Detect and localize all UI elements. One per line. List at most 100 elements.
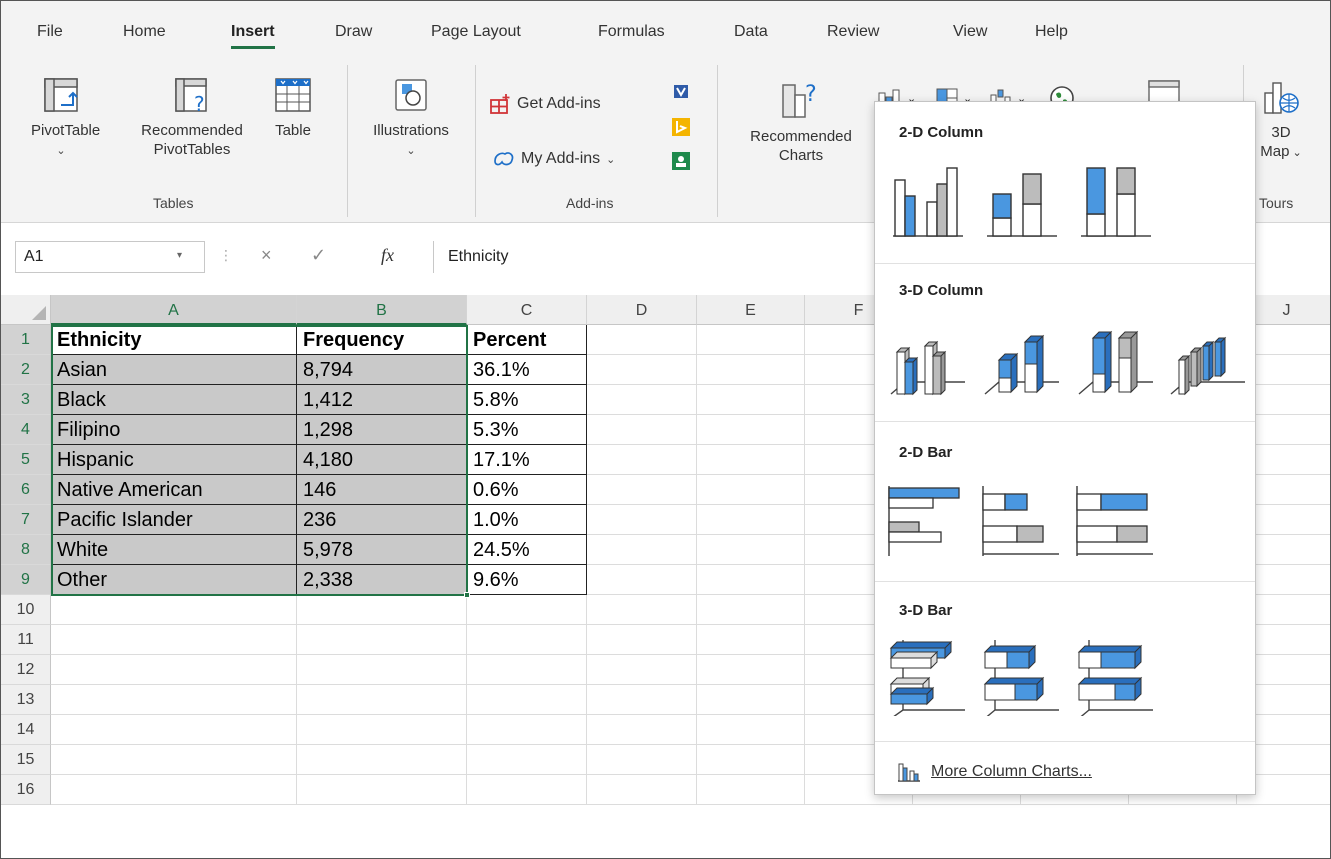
enter-icon[interactable]: ✓ xyxy=(311,245,326,266)
cell[interactable] xyxy=(467,595,587,625)
data-cell[interactable]: 1.0% xyxy=(467,505,587,535)
stacked-bar-icon[interactable] xyxy=(979,478,1063,562)
data-cell[interactable]: 1,298 xyxy=(297,415,467,445)
row-header-9[interactable]: 9 xyxy=(1,565,51,595)
cell[interactable] xyxy=(467,745,587,775)
cell[interactable] xyxy=(297,745,467,775)
3d-clustered-bar-icon[interactable] xyxy=(885,632,969,716)
cell[interactable] xyxy=(697,355,805,385)
cell[interactable] xyxy=(697,685,805,715)
cell[interactable] xyxy=(297,685,467,715)
cell[interactable] xyxy=(297,595,467,625)
cell[interactable] xyxy=(51,715,297,745)
cell[interactable] xyxy=(697,445,805,475)
row-header-2[interactable]: 2 xyxy=(1,355,51,385)
cell[interactable] xyxy=(697,325,805,355)
tab-help[interactable]: Help xyxy=(1035,23,1068,41)
cell[interactable] xyxy=(587,685,697,715)
people-graph-icon[interactable] xyxy=(671,151,691,176)
tab-insert[interactable]: Insert xyxy=(231,23,275,49)
data-cell[interactable]: 5,978 xyxy=(297,535,467,565)
tab-formulas[interactable]: Formulas xyxy=(598,23,665,41)
cell[interactable] xyxy=(297,775,467,805)
cell[interactable] xyxy=(697,535,805,565)
column-header-b[interactable]: B xyxy=(297,295,467,325)
row-header-16[interactable]: 16 xyxy=(1,775,51,805)
100-stacked-column-icon[interactable] xyxy=(1073,154,1157,238)
cell[interactable] xyxy=(697,775,805,805)
cell[interactable] xyxy=(587,415,697,445)
recommended-pivottables-button[interactable]: ? Recommended PivotTables xyxy=(125,77,259,159)
column-header-c[interactable]: C xyxy=(467,295,587,325)
recommended-charts-button[interactable]: ? Recommended Charts xyxy=(731,79,871,165)
data-cell[interactable]: 5.3% xyxy=(467,415,587,445)
cell[interactable] xyxy=(587,745,697,775)
fill-handle[interactable] xyxy=(464,592,470,598)
more-options-icon[interactable]: ⋮ xyxy=(219,247,233,264)
data-cell[interactable]: White xyxy=(51,535,297,565)
data-cell[interactable]: Hispanic xyxy=(51,445,297,475)
more-column-charts-link[interactable]: More Column Charts... xyxy=(897,762,1092,782)
cell[interactable] xyxy=(51,655,297,685)
cancel-icon[interactable]: × xyxy=(261,245,272,266)
cell[interactable] xyxy=(467,655,587,685)
cell[interactable] xyxy=(587,775,697,805)
clustered-column-icon[interactable] xyxy=(885,154,969,238)
data-cell[interactable]: 17.1% xyxy=(467,445,587,475)
data-cell[interactable]: 5.8% xyxy=(467,385,587,415)
cell[interactable] xyxy=(467,775,587,805)
cell[interactable] xyxy=(697,715,805,745)
data-cell[interactable]: 4,180 xyxy=(297,445,467,475)
cell[interactable] xyxy=(51,685,297,715)
chevron-down-icon[interactable]: ▾ xyxy=(177,250,182,261)
cell[interactable] xyxy=(587,595,697,625)
header-cell[interactable]: Percent xyxy=(467,325,587,355)
cell[interactable] xyxy=(697,385,805,415)
3d-stacked-bar-icon[interactable] xyxy=(979,632,1063,716)
cell[interactable] xyxy=(297,715,467,745)
column-header-a[interactable]: A xyxy=(51,295,297,325)
data-cell[interactable]: Other xyxy=(51,565,297,595)
header-cell[interactable]: Ethnicity xyxy=(51,325,297,355)
pivottable-button[interactable]: PivotTable ⌄ xyxy=(31,77,100,161)
3d-map-button[interactable]: 3D Map ⌄ xyxy=(1251,79,1311,163)
cell[interactable] xyxy=(587,715,697,745)
cell[interactable] xyxy=(697,595,805,625)
row-header-10[interactable]: 10 xyxy=(1,595,51,625)
cell[interactable] xyxy=(51,745,297,775)
cell[interactable] xyxy=(467,715,587,745)
visio-icon[interactable] xyxy=(671,83,691,106)
clustered-bar-icon[interactable] xyxy=(885,478,969,562)
row-header-11[interactable]: 11 xyxy=(1,625,51,655)
tab-home[interactable]: Home xyxy=(123,23,166,41)
header-cell[interactable]: Frequency xyxy=(297,325,467,355)
data-cell[interactable]: Asian xyxy=(51,355,297,385)
data-cell[interactable]: 9.6% xyxy=(467,565,587,595)
data-cell[interactable]: 146 xyxy=(297,475,467,505)
row-header-12[interactable]: 12 xyxy=(1,655,51,685)
cell[interactable] xyxy=(697,565,805,595)
cell[interactable] xyxy=(587,535,697,565)
cell[interactable] xyxy=(587,565,697,595)
column-header-e[interactable]: E xyxy=(697,295,805,325)
3d-stacked-column-icon[interactable] xyxy=(979,316,1063,400)
100-stacked-bar-icon[interactable] xyxy=(1073,478,1157,562)
cell[interactable] xyxy=(587,385,697,415)
row-header-6[interactable]: 6 xyxy=(1,475,51,505)
row-header-7[interactable]: 7 xyxy=(1,505,51,535)
bing-icon[interactable] xyxy=(671,117,691,142)
tab-draw[interactable]: Draw xyxy=(335,23,372,41)
cell[interactable] xyxy=(697,505,805,535)
get-addins-button[interactable]: Get Add-ins xyxy=(489,93,601,115)
cell[interactable] xyxy=(467,625,587,655)
cell[interactable] xyxy=(697,655,805,685)
tab-file[interactable]: File xyxy=(37,23,63,41)
cell[interactable] xyxy=(587,505,697,535)
cell[interactable] xyxy=(297,625,467,655)
row-header-15[interactable]: 15 xyxy=(1,745,51,775)
row-header-13[interactable]: 13 xyxy=(1,685,51,715)
row-header-3[interactable]: 3 xyxy=(1,385,51,415)
row-header-4[interactable]: 4 xyxy=(1,415,51,445)
cell[interactable] xyxy=(297,655,467,685)
data-cell[interactable]: 8,794 xyxy=(297,355,467,385)
